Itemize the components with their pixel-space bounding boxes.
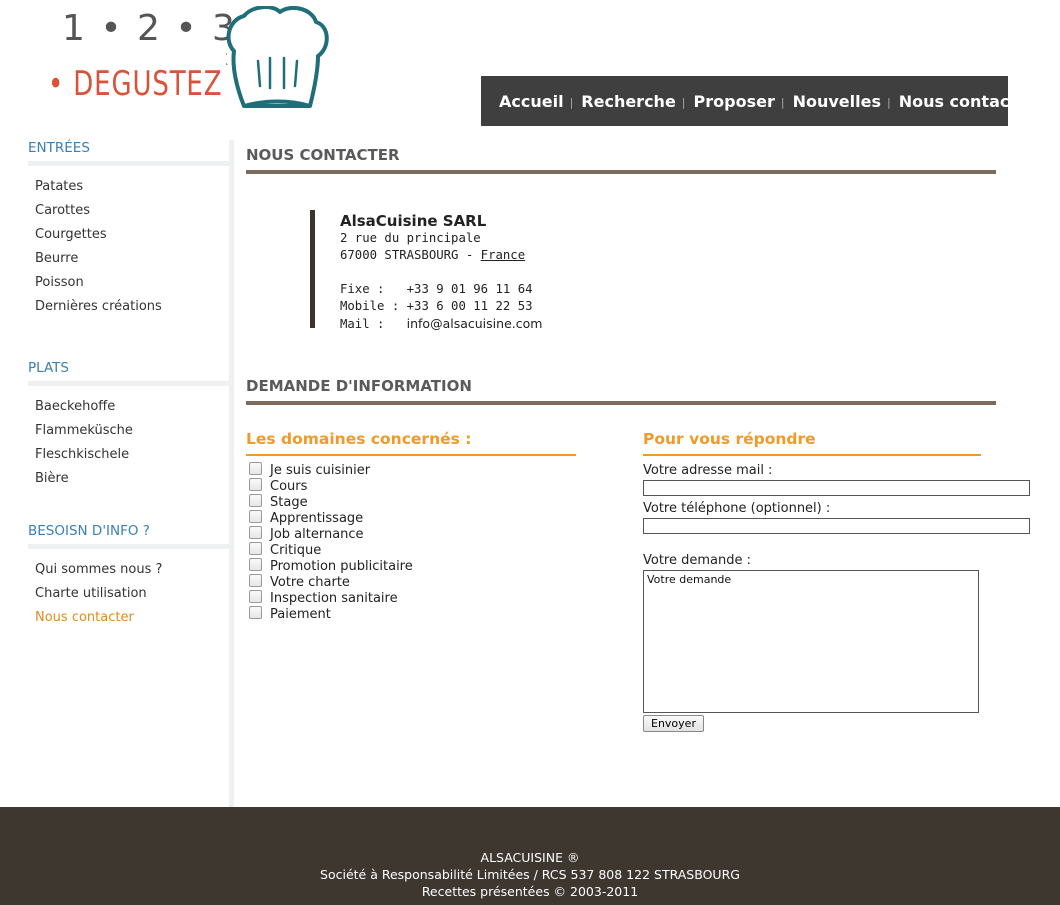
checkbox-label: Apprentissage: [270, 510, 364, 526]
site-logo[interactable]: 1 • 2 • 3 • DEGUSTEZ: [44, 6, 344, 116]
list-item: Apprentissage: [249, 509, 413, 526]
reply-title: Pour vous répondre: [643, 430, 981, 456]
checkbox[interactable]: [249, 509, 262, 523]
company-name: AlsaCuisine SARL: [340, 212, 487, 230]
sidebar-heading: BESOISN D'INFO ?: [28, 523, 230, 549]
checkbox-label: Je suis cuisinier: [270, 462, 371, 478]
checkbox-label: Stage: [270, 494, 308, 510]
email-field[interactable]: [643, 480, 1030, 496]
nav-accueil[interactable]: Accueil: [499, 92, 564, 111]
logo-digits: 1 • 2 • 3: [62, 8, 237, 49]
checkbox-label: Votre charte: [270, 574, 350, 590]
footer-brand: ALSACUISINE ®: [480, 850, 580, 865]
list-item: Votre charte: [249, 573, 413, 590]
email-label: Votre adresse mail :: [643, 463, 773, 478]
contact-card: AlsaCuisine SARL 2 rue du principale 670…: [310, 210, 542, 331]
nav-separator: |: [886, 96, 891, 109]
sidebar-item-poisson[interactable]: Poisson: [35, 271, 230, 295]
logo-brand-text: • DEGUSTEZ: [48, 64, 223, 104]
checkbox[interactable]: [249, 477, 262, 491]
nav-nouvelles[interactable]: Nouvelles: [793, 92, 881, 111]
mobile-line: Mobile : +33 6 00 11 22 53: [340, 298, 542, 315]
mail-value: info@alsacuisine.com: [406, 316, 543, 331]
address-street: 2 rue du principale: [340, 231, 481, 245]
address-city: 67000 STRASBOURG - France: [340, 247, 542, 264]
sidebar-heading: PLATS: [28, 360, 230, 386]
sidebar-item-courgettes[interactable]: Courgettes: [35, 223, 230, 247]
sidebar-item-dernieres-creations[interactable]: Dernières créations: [35, 295, 230, 319]
chef-hat-icon: [226, 6, 329, 108]
phone-field[interactable]: [643, 518, 1030, 534]
mobile-value: +33 6 00 11 22 53: [406, 299, 533, 313]
checkbox-label: Paiement: [270, 606, 331, 622]
domains-title: Les domaines concernés :: [246, 430, 576, 456]
sidebar-item-flammekusche[interactable]: Flammeküsche: [35, 419, 230, 443]
sidebar: ENTRÉES Patates Carottes Courgettes Beur…: [28, 140, 230, 630]
checkbox[interactable]: [249, 525, 262, 539]
checkbox[interactable]: [249, 573, 262, 587]
reply-form: Votre adresse mail : Votre téléphone (op…: [643, 462, 1043, 732]
sidebar-group-info: BESOISN D'INFO ? Qui sommes nous ? Chart…: [28, 523, 230, 630]
nav-recherche[interactable]: Recherche: [581, 92, 676, 111]
address-city-text: 67000 STRASBOURG -: [340, 248, 481, 262]
nav-nous-contacter[interactable]: Nous contacter: [899, 92, 1036, 111]
checkbox[interactable]: [249, 541, 262, 555]
mail-label: Mail :: [340, 317, 407, 331]
form-section-title: DEMANDE D'INFORMATION: [246, 377, 996, 405]
sidebar-item-charte-utilisation[interactable]: Charte utilisation: [35, 582, 230, 606]
sidebar-item-beurre[interactable]: Beurre: [35, 247, 230, 271]
nav-separator: |: [569, 96, 574, 109]
list-item: Job alternance: [249, 525, 413, 542]
sidebar-item-carottes[interactable]: Carottes: [35, 199, 230, 223]
sidebar-item-nous-contacter[interactable]: Nous contacter: [35, 606, 230, 630]
contact-section-title: NOUS CONTACTER: [246, 146, 996, 174]
nav-separator: |: [780, 96, 785, 109]
request-textarea[interactable]: Votre demande: [643, 570, 979, 713]
country-link[interactable]: France: [481, 248, 525, 262]
checkbox-label: Promotion publicitaire: [270, 558, 413, 574]
checkbox-label: Inspection sanitaire: [270, 590, 398, 606]
list-item: Promotion publicitaire: [249, 557, 413, 574]
nav-proposer[interactable]: Proposer: [694, 92, 775, 111]
mobile-label: Mobile :: [340, 299, 407, 313]
main-nav: Accueil | Recherche | Proposer | Nouvell…: [481, 76, 1036, 126]
request-label: Votre demande :: [643, 553, 752, 568]
sidebar-item-patates[interactable]: Patates: [35, 175, 230, 199]
list-item: Je suis cuisinier: [249, 461, 413, 478]
list-item: Stage: [249, 493, 413, 510]
footer-copyright: Recettes présentées © 2003-2011: [421, 884, 639, 899]
checkbox[interactable]: [249, 493, 262, 507]
list-item: Paiement: [249, 605, 413, 622]
checkbox-label: Critique: [270, 542, 322, 558]
phone-field-label: Votre téléphone (optionnel) :: [643, 501, 831, 516]
checkbox-label: Job alternance: [270, 526, 364, 542]
sidebar-item-fleschkischele[interactable]: Fleschkischele: [35, 443, 230, 467]
checkbox[interactable]: [249, 557, 262, 571]
mail-line: Mail : info@alsacuisine.com: [340, 315, 542, 333]
footer: ALSACUISINE ® Société à Responsabilité L…: [0, 807, 1060, 905]
sidebar-item-baeckehoffe[interactable]: Baeckehoffe: [35, 395, 230, 419]
phone-label: Fixe :: [340, 282, 407, 296]
list-item: Cours: [249, 477, 413, 494]
list-item: Critique: [249, 541, 413, 558]
domains-checklist: Je suis cuisinier Cours Stage Apprentiss…: [249, 461, 413, 622]
checkbox[interactable]: [249, 605, 262, 619]
phone-value: +33 9 01 96 11 64: [406, 282, 533, 296]
checkbox[interactable]: [249, 461, 262, 475]
sidebar-heading: ENTRÉES: [28, 140, 230, 166]
checkbox[interactable]: [249, 589, 262, 603]
phone-line: Fixe : +33 9 01 96 11 64: [340, 281, 542, 298]
sidebar-group-plats: PLATS Baeckehoffe Flammeküsche Fleschkis…: [28, 360, 230, 523]
list-item: Inspection sanitaire: [249, 589, 413, 606]
footer-legal: Société à Responsabilité Limitées / RCS …: [320, 867, 740, 882]
nav-separator: |: [681, 96, 686, 109]
sidebar-item-biere[interactable]: Bière: [35, 467, 230, 491]
send-button[interactable]: Envoyer: [643, 715, 704, 732]
sidebar-group-entrees: ENTRÉES Patates Carottes Courgettes Beur…: [28, 140, 230, 360]
sidebar-item-qui-sommes-nous[interactable]: Qui sommes nous ?: [35, 558, 230, 582]
checkbox-label: Cours: [270, 478, 308, 494]
